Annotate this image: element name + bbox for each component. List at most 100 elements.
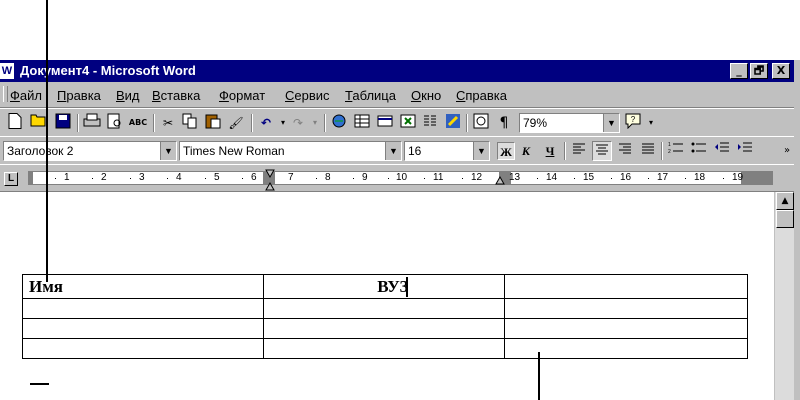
help-icon[interactable]: ?	[623, 113, 643, 133]
menu-view[interactable]: Вид	[116, 88, 140, 103]
ruler-number: 14	[546, 172, 558, 183]
vertical-scrollbar[interactable]: ▲	[774, 192, 794, 400]
increase-indent-icon[interactable]	[735, 141, 755, 161]
separator	[251, 114, 253, 132]
menu-format[interactable]: Формат	[219, 88, 265, 103]
table-cell[interactable]: ВУЗ	[262, 274, 506, 299]
copy-icon[interactable]	[180, 113, 200, 133]
table-row: Имя ВУЗ	[22, 274, 748, 299]
bullets-icon[interactable]	[689, 141, 709, 161]
more-buttons-icon[interactable]: »	[780, 141, 794, 161]
ruler-number: 3	[139, 172, 145, 183]
ruler-margin-left	[29, 172, 33, 184]
show-hide-icon[interactable]: ¶	[494, 113, 514, 133]
document-map-icon[interactable]	[471, 113, 491, 133]
zoom-select[interactable]: 79% ▼	[519, 113, 620, 133]
italic-button[interactable]: К	[517, 142, 535, 160]
table-cell[interactable]	[504, 318, 748, 339]
text-cursor	[406, 277, 408, 297]
ruler-number: 12	[471, 172, 483, 183]
insert-table-icon[interactable]	[375, 113, 395, 133]
hyperlink-icon[interactable]	[329, 113, 349, 133]
font-size-value: 16	[408, 144, 422, 158]
paste-icon[interactable]	[203, 113, 223, 133]
redo-dropdown-icon[interactable]: ▾	[305, 113, 325, 133]
table-cell[interactable]	[504, 274, 748, 299]
standard-toolbar: ABC ✂ 🖌 ↶ ▾ ↷ ▾ ¶ 79% ▼ ? ▾	[0, 108, 800, 136]
justify-icon[interactable]	[638, 141, 658, 161]
print-icon[interactable]	[82, 113, 102, 133]
ruler-number: 15	[583, 172, 595, 183]
numbering-icon[interactable]: 12	[666, 141, 686, 161]
save-icon[interactable]	[53, 113, 73, 133]
columns-icon[interactable]	[420, 113, 440, 133]
hourglass-indent-marker-icon[interactable]	[265, 169, 275, 191]
menu-insert[interactable]: Вставка	[152, 88, 200, 103]
underline-button[interactable]: Ч	[541, 142, 559, 160]
align-center-icon[interactable]	[592, 141, 612, 161]
menu-window[interactable]: Окно	[411, 88, 441, 103]
svg-text:1: 1	[668, 142, 671, 148]
cut-icon[interactable]: ✂	[158, 113, 178, 133]
table-cell[interactable]	[262, 338, 506, 359]
font-size-select[interactable]: 16 ▼	[404, 141, 490, 161]
chevron-down-icon[interactable]: ▼	[473, 142, 489, 160]
ruler-number: 18	[694, 172, 706, 183]
menu-edit[interactable]: Правка	[57, 88, 101, 103]
font-select[interactable]: Times New Roman ▼	[179, 141, 402, 161]
ruler-tick	[205, 178, 206, 179]
chevron-down-icon[interactable]: ▼	[603, 114, 619, 132]
ruler-number: 6	[251, 172, 257, 183]
spelling-icon[interactable]: ABC	[128, 113, 148, 133]
bold-button[interactable]: Ж	[497, 142, 515, 160]
tab-selector-button[interactable]: L	[4, 172, 18, 186]
insert-excel-icon[interactable]	[398, 113, 418, 133]
menu-tools[interactable]: Сервис	[285, 88, 330, 103]
align-right-icon[interactable]	[615, 141, 635, 161]
right-indent-marker-icon[interactable]	[495, 175, 505, 185]
title-bar[interactable]: W Документ4 - Microsoft Word _ 🗗 X	[0, 60, 800, 82]
menu-help[interactable]: Справка	[456, 88, 507, 103]
word-app-icon[interactable]: W	[0, 63, 14, 79]
ruler-number: 11	[433, 172, 444, 183]
ruler-tick	[316, 178, 317, 179]
tables-borders-icon[interactable]	[352, 113, 372, 133]
new-icon[interactable]	[5, 113, 25, 133]
decrease-indent-icon[interactable]	[712, 141, 732, 161]
close-button[interactable]: X	[772, 63, 790, 79]
menu-file[interactable]: Файл	[10, 88, 42, 103]
table-cell[interactable]	[22, 318, 264, 339]
maximize-button[interactable]: 🗗	[750, 63, 768, 79]
align-left-icon[interactable]	[569, 141, 589, 161]
minimize-button[interactable]: _	[730, 63, 748, 79]
ruler-tick	[424, 178, 425, 179]
print-preview-icon[interactable]	[105, 113, 125, 133]
format-painter-icon[interactable]: 🖌	[226, 113, 246, 133]
ruler-tick	[55, 178, 56, 179]
chevron-down-icon[interactable]: ▼	[385, 142, 401, 160]
table-cell[interactable]	[262, 298, 506, 319]
scroll-up-icon[interactable]: ▲	[776, 192, 794, 210]
table-cell[interactable]	[504, 298, 748, 319]
help-dropdown-icon[interactable]: ▾	[641, 113, 661, 133]
table-cell[interactable]: Имя	[22, 274, 264, 299]
ruler-tick	[685, 178, 686, 179]
table-cell[interactable]	[22, 338, 264, 359]
ruler-tick	[537, 178, 538, 179]
scroll-thumb[interactable]	[776, 210, 794, 228]
separator	[77, 114, 79, 132]
drawing-icon[interactable]	[443, 113, 463, 133]
document-table[interactable]: Имя ВУЗ	[22, 274, 748, 359]
zoom-value: 79%	[523, 116, 548, 130]
chevron-down-icon[interactable]: ▼	[160, 142, 176, 160]
table-cell[interactable]	[504, 338, 748, 359]
font-value: Times New Roman	[183, 144, 285, 158]
table-cell[interactable]	[262, 318, 506, 339]
ruler-number: 10	[396, 172, 408, 183]
menu-table[interactable]: Таблица	[345, 88, 396, 103]
menu-grip[interactable]	[3, 86, 8, 102]
horizontal-ruler[interactable]: 1 2 3 4 5 6 7 8 9 10 11 12 13 14 15 16 1…	[28, 169, 773, 191]
table-cell[interactable]	[22, 298, 264, 319]
end-of-document-marker	[30, 383, 49, 385]
style-select[interactable]: Заголовок 2 ▼	[3, 141, 177, 161]
